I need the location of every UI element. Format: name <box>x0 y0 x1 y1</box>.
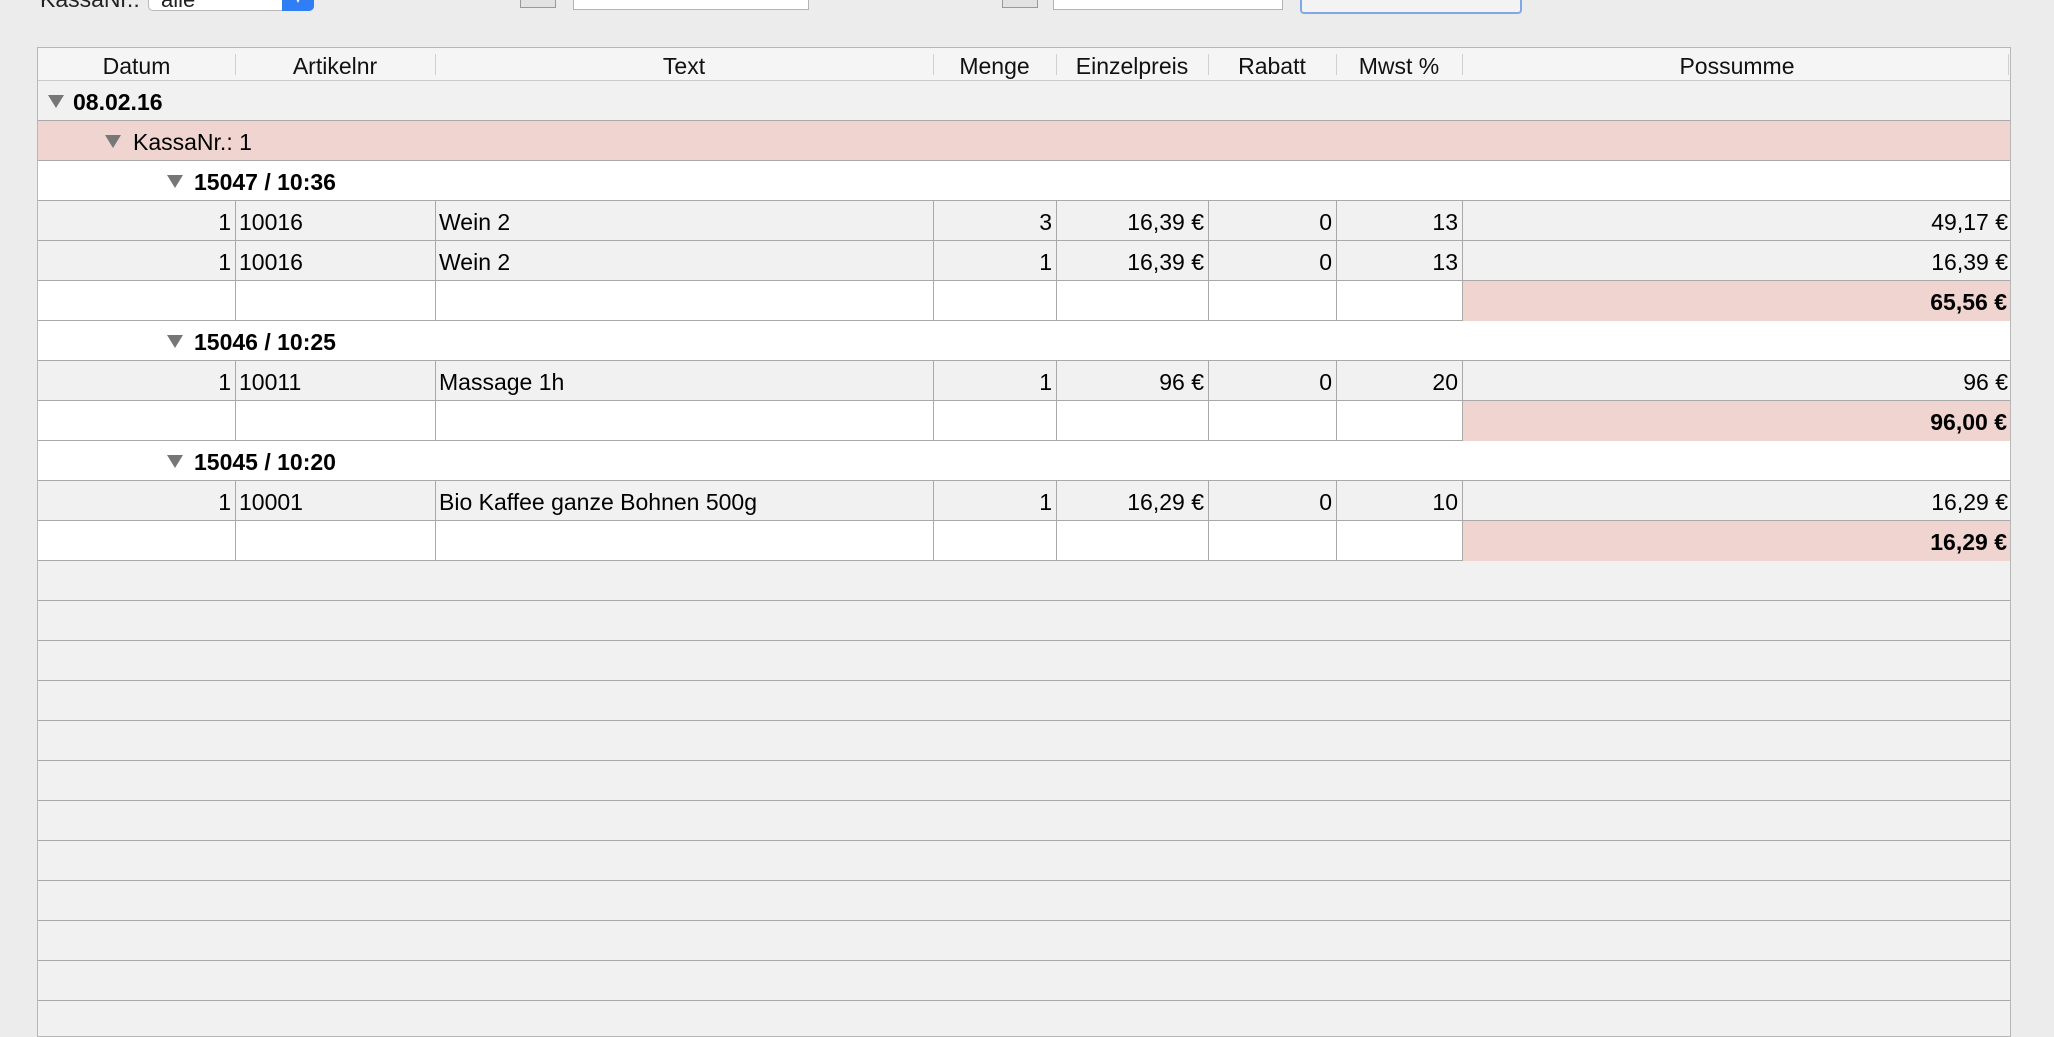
kasse-filter-label: KassaNr.: <box>40 0 140 11</box>
cell-mwst: 10 <box>1432 489 1458 515</box>
empty-row <box>38 961 2010 1001</box>
receipt-total-row[interactable]: 65,56 € <box>38 281 2010 321</box>
calendar-from-icon[interactable] <box>520 0 556 8</box>
cell-rabatt: 0 <box>1319 249 1332 275</box>
table-row[interactable]: 1 10016 Wein 2 1 16,39 € 0 13 16,39 € <box>38 241 2010 281</box>
empty-row <box>38 921 2010 961</box>
date-to-field[interactable] <box>1053 0 1283 10</box>
empty-row <box>38 841 2010 881</box>
cell-einzelpreis: 16,39 € <box>1127 209 1204 235</box>
disclosure-triangle-icon[interactable] <box>48 95 64 108</box>
cell-possumme: 49,17 € <box>1931 209 2008 235</box>
cell-mwst: 20 <box>1432 369 1458 395</box>
cell-einzelpreis: 96 € <box>1159 369 1204 395</box>
empty-row <box>38 641 2010 681</box>
empty-row <box>38 881 2010 921</box>
empty-row <box>38 681 2010 721</box>
empty-row <box>38 801 2010 841</box>
cell-datum: 1 <box>218 369 231 395</box>
receipt-header-row[interactable]: 15046 / 10:25 <box>38 321 2010 361</box>
cell-menge: 1 <box>1039 489 1052 515</box>
kasse-group-label: KassaNr.: 1 <box>133 129 252 155</box>
receipt-total: 16,29 € <box>1463 521 2010 561</box>
col-header-menge[interactable]: Menge <box>933 48 1056 81</box>
cell-rabatt: 0 <box>1319 209 1332 235</box>
cell-text: Massage 1h <box>439 369 565 395</box>
cell-menge: 1 <box>1039 249 1052 275</box>
cell-datum: 1 <box>218 489 231 515</box>
receipt-title: 15046 / 10:25 <box>194 329 336 355</box>
cell-possumme: 16,29 € <box>1931 489 2008 515</box>
cell-mwst: 13 <box>1432 209 1458 235</box>
kasse-filter-value: alle <box>161 0 195 13</box>
receipt-title: 15045 / 10:20 <box>194 449 336 475</box>
cell-einzelpreis: 16,39 € <box>1127 249 1204 275</box>
cell-menge: 1 <box>1039 369 1052 395</box>
cell-artikelnr: 10016 <box>239 249 303 275</box>
receipt-total-row[interactable]: 96,00 € <box>38 401 2010 441</box>
kasse-filter-select[interactable]: alle ▾ <box>148 0 314 13</box>
receipt-title: 15047 / 10:36 <box>194 169 336 195</box>
cell-artikelnr: 10011 <box>239 369 302 395</box>
empty-row <box>38 561 2010 601</box>
disclosure-triangle-icon[interactable] <box>167 455 183 468</box>
sales-table[interactable]: Datum Artikelnr Text Menge Einzelpreis R… <box>37 47 2011 1037</box>
cell-possumme: 96 € <box>1963 369 2008 395</box>
cell-menge: 3 <box>1039 209 1052 235</box>
calendar-to-icon[interactable] <box>1002 0 1038 8</box>
empty-row <box>38 601 2010 641</box>
cell-text: Wein 2 <box>439 209 511 235</box>
chevron-down-icon: ▾ <box>282 0 314 11</box>
col-header-possumme[interactable]: Possumme <box>1462 48 2010 81</box>
disclosure-triangle-icon[interactable] <box>105 135 121 148</box>
empty-row <box>38 721 2010 761</box>
table-row[interactable]: 1 10011 Massage 1h 1 96 € 0 20 96 € <box>38 361 2010 401</box>
date-group-label: 08.02.16 <box>73 89 163 115</box>
receipt-header-row[interactable]: 15045 / 10:20 <box>38 441 2010 481</box>
cell-artikelnr: 10001 <box>239 489 303 515</box>
col-header-rabatt[interactable]: Rabatt <box>1208 48 1336 81</box>
empty-row <box>38 1001 2010 1036</box>
search-button[interactable] <box>1300 0 1522 14</box>
cell-artikelnr: 10016 <box>239 209 303 235</box>
empty-row <box>38 761 2010 801</box>
cell-text: Bio Kaffee ganze Bohnen 500g <box>439 489 758 515</box>
cell-rabatt: 0 <box>1319 369 1332 395</box>
cell-mwst: 13 <box>1432 249 1458 275</box>
disclosure-triangle-icon[interactable] <box>167 335 183 348</box>
receipt-total-row[interactable]: 16,29 € <box>38 521 2010 561</box>
col-header-einzelpreis[interactable]: Einzelpreis <box>1056 48 1208 81</box>
receipt-header-row[interactable]: 15047 / 10:36 <box>38 161 2010 201</box>
receipt-total: 65,56 € <box>1463 281 2010 321</box>
date-from-field[interactable] <box>573 0 809 10</box>
cell-datum: 1 <box>218 209 231 235</box>
disclosure-triangle-icon[interactable] <box>167 175 183 188</box>
table-header: Datum Artikelnr Text Menge Einzelpreis R… <box>38 48 2010 81</box>
kasse-group-row[interactable]: KassaNr.: 1 <box>38 121 2010 161</box>
receipt-total: 96,00 € <box>1463 401 2010 441</box>
cell-einzelpreis: 16,29 € <box>1127 489 1204 515</box>
col-header-artikelnr[interactable]: Artikelnr <box>235 48 435 81</box>
cell-datum: 1 <box>218 249 231 275</box>
col-header-datum[interactable]: Datum <box>38 48 235 81</box>
date-group-row[interactable]: 08.02.16 <box>38 81 2010 121</box>
table-row[interactable]: 1 10001 Bio Kaffee ganze Bohnen 500g 1 1… <box>38 481 2010 521</box>
cell-rabatt: 0 <box>1319 489 1332 515</box>
col-header-mwst[interactable]: Mwst % <box>1336 48 1462 81</box>
cell-text: Wein 2 <box>439 249 511 275</box>
col-header-text[interactable]: Text <box>435 48 933 81</box>
table-row[interactable]: 1 10016 Wein 2 3 16,39 € 0 13 49,17 € <box>38 201 2010 241</box>
cell-possumme: 16,39 € <box>1931 249 2008 275</box>
